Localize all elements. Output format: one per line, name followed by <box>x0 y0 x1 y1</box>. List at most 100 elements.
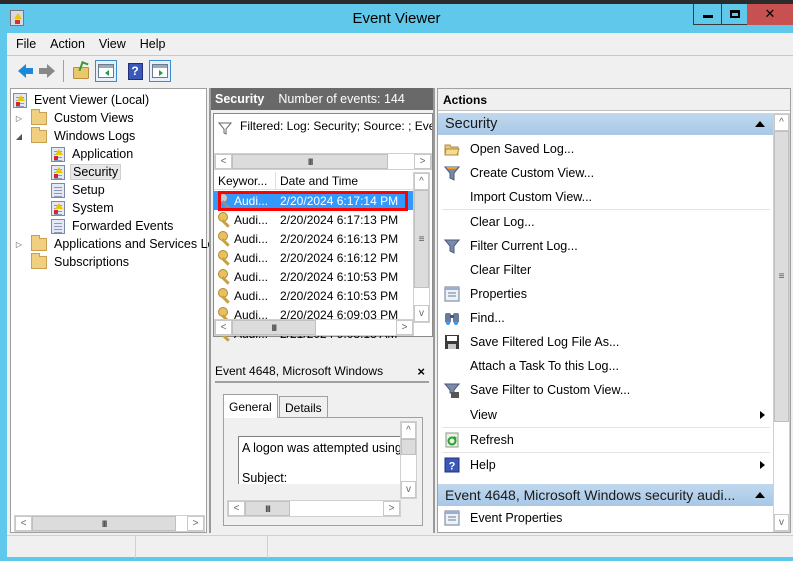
scroll-track[interactable] <box>774 422 789 514</box>
event-row[interactable]: Audi... 2/20/2024 6:10:53 PM <box>214 267 414 286</box>
column-header-keywords[interactable]: Keywor... <box>214 172 276 189</box>
actions-section-security[interactable]: Security <box>438 113 773 135</box>
scroll-track[interactable] <box>315 320 396 335</box>
scroll-left-button[interactable]: < <box>228 501 245 516</box>
scroll-thumb[interactable]: ≡ <box>774 131 789 423</box>
event-row[interactable]: Audi... 2/20/2024 6:17:13 PM <box>214 210 414 229</box>
event-row[interactable]: Audi... 2/20/2024 6:16:13 PM <box>214 229 414 248</box>
events-horizontal-scrollbar[interactable]: < III > <box>214 319 414 336</box>
tree-horizontal-scrollbar[interactable]: < III > <box>14 515 205 532</box>
menu-file[interactable]: File <box>16 37 36 51</box>
actions-section-event[interactable]: Event 4648, Microsoft Windows security a… <box>438 484 773 506</box>
scroll-right-button[interactable]: > <box>414 154 431 169</box>
maximize-button[interactable] <box>721 4 748 25</box>
scroll-thumb[interactable]: III <box>32 516 177 531</box>
action-refresh[interactable]: Refresh <box>438 428 770 452</box>
action-clear-log[interactable]: Clear Log... <box>438 210 770 234</box>
tab-general[interactable]: General <box>223 394 278 418</box>
tree-item-label: Application <box>72 147 134 161</box>
scroll-right-button[interactable]: > <box>187 516 204 531</box>
event-detail-tabs: General Details A logon was attempted us… <box>223 394 425 526</box>
close-button[interactable]: ✕ <box>747 4 793 25</box>
forward-button[interactable] <box>36 60 58 82</box>
actions-pane: Actions Security Open Saved Log... Create… <box>437 88 791 533</box>
tree-item-system[interactable]: System <box>51 199 116 217</box>
scroll-down-button[interactable]: v <box>401 481 416 498</box>
action-help[interactable]: ? Help <box>438 453 770 477</box>
menu-view[interactable]: View <box>99 37 126 51</box>
action-import-custom-view[interactable]: Import Custom View... <box>438 185 770 209</box>
tree-item-subscriptions[interactable]: Subscriptions <box>31 252 131 271</box>
tree-item-forwarded-events[interactable]: Forwarded Events <box>51 217 175 235</box>
scroll-track[interactable] <box>401 454 416 481</box>
scroll-up-button[interactable]: ^ <box>774 114 789 131</box>
action-find[interactable]: Find... <box>438 306 770 330</box>
tree-item-application[interactable]: Application <box>51 145 135 163</box>
scroll-up-button[interactable]: ^ <box>414 173 429 190</box>
description-vertical-scrollbar[interactable]: ^ v <box>400 421 417 499</box>
actions-vertical-scrollbar[interactable]: ^ ≡ v <box>773 113 790 532</box>
menu-action[interactable]: Action <box>50 37 85 51</box>
scroll-track[interactable] <box>176 516 187 531</box>
action-clear-filter[interactable]: Clear Filter <box>438 258 770 282</box>
scroll-right-button[interactable]: > <box>396 320 413 335</box>
scroll-thumb[interactable]: III <box>245 501 291 516</box>
back-button[interactable] <box>11 60 33 82</box>
action-event-properties[interactable]: Event Properties <box>438 506 770 530</box>
tree-item-event-viewer-local[interactable]: Event Viewer (Local) <box>13 91 151 109</box>
column-header-date-and-time[interactable]: Date and Time <box>276 172 414 189</box>
scroll-right-button[interactable]: > <box>383 501 400 516</box>
collapse-section-icon[interactable] <box>755 492 765 498</box>
show-hide-action-pane-icon <box>152 64 168 78</box>
show-hide-console-tree-button[interactable] <box>95 60 117 82</box>
tree-item-applications-and-services-logs[interactable]: ▷ Applications and Services Lo <box>13 234 217 253</box>
action-save-filter-to-custom-view[interactable]: Save Filter to Custom View... <box>438 378 770 402</box>
filter-horizontal-scrollbar[interactable]: < III > <box>214 153 432 170</box>
events-vertical-scrollbar[interactable]: ^ ≡ v <box>413 172 430 323</box>
scroll-down-button[interactable]: v <box>414 305 429 322</box>
scroll-thumb[interactable] <box>401 439 416 455</box>
action-save-filtered-log-file-as[interactable]: Save Filtered Log File As... <box>438 330 770 354</box>
event-description[interactable]: A logon was attempted using e Subject: <box>238 436 404 484</box>
scroll-up-button[interactable]: ^ <box>401 422 416 439</box>
close-detail-icon[interactable]: × <box>417 364 425 379</box>
action-create-custom-view[interactable]: Create Custom View... <box>438 161 770 185</box>
tree-item-setup[interactable]: Setup <box>51 181 107 199</box>
action-attach-a-task-to-this-log[interactable]: Attach a Task To this Log... <box>438 354 770 378</box>
description-horizontal-scrollbar[interactable]: < III > <box>227 500 401 517</box>
action-open-saved-log[interactable]: Open Saved Log... <box>438 137 770 161</box>
tree-item-windows-logs[interactable]: ◢ Windows Logs <box>13 126 137 145</box>
scroll-track[interactable] <box>388 154 414 169</box>
expand-icon[interactable]: ▷ <box>15 114 23 123</box>
show-hide-action-pane-button[interactable] <box>149 60 171 82</box>
scroll-down-button[interactable]: v <box>774 514 789 531</box>
action-properties[interactable]: Properties <box>438 282 770 306</box>
scroll-thumb[interactable]: III <box>232 320 316 335</box>
scroll-left-button[interactable]: < <box>15 516 32 531</box>
scroll-thumb[interactable]: ≡ <box>414 190 429 288</box>
menu-help[interactable]: Help <box>140 37 166 51</box>
scroll-left-button[interactable]: < <box>215 320 232 335</box>
collapse-section-icon[interactable] <box>755 121 765 127</box>
action-view[interactable]: View <box>438 403 770 427</box>
minimize-button[interactable] <box>693 4 722 25</box>
folder-subscription-icon <box>31 252 47 269</box>
scroll-track[interactable] <box>290 501 383 516</box>
log-icon <box>51 218 65 234</box>
scroll-left-button[interactable]: < <box>215 154 232 169</box>
up-one-level-button[interactable] <box>70 60 92 82</box>
tree-item-custom-views[interactable]: ▷ Custom Views <box>13 108 136 127</box>
collapse-icon[interactable]: ◢ <box>15 132 23 141</box>
scroll-thumb[interactable]: III <box>232 154 389 169</box>
help-button[interactable]: ? <box>124 60 146 82</box>
properties-icon <box>443 285 461 303</box>
scroll-track[interactable] <box>414 288 429 305</box>
event-row[interactable]: Audi... 2/20/2024 6:16:12 PM <box>214 248 414 267</box>
tab-details[interactable]: Details <box>279 396 328 418</box>
action-filter-current-log[interactable]: Filter Current Log... <box>438 234 770 258</box>
keyword-text: Audi... <box>234 250 269 265</box>
expand-icon[interactable]: ▷ <box>15 240 23 249</box>
event-row[interactable]: Audi... 2/20/2024 6:17:14 PM <box>214 191 414 210</box>
event-row[interactable]: Audi... 2/20/2024 6:10:53 PM <box>214 286 414 305</box>
tree-item-security[interactable]: Security <box>51 163 122 181</box>
